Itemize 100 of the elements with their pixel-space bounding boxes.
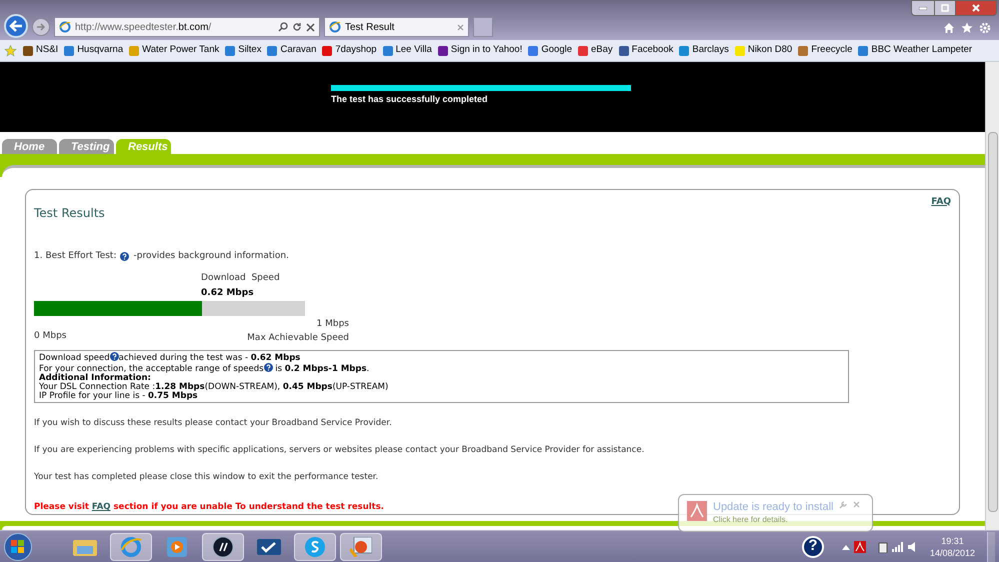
close-button[interactable] bbox=[955, 0, 997, 16]
site-icon bbox=[578, 46, 588, 56]
stop-icon[interactable] bbox=[306, 22, 315, 32]
site-icon bbox=[225, 46, 236, 56]
test-description: -provides background information. bbox=[133, 250, 289, 262]
paint-icon bbox=[350, 536, 372, 556]
help-icon[interactable] bbox=[264, 363, 273, 372]
bookmark-link[interactable]: NS&I bbox=[23, 43, 58, 58]
bookmark-link[interactable]: Barclays bbox=[679, 43, 729, 58]
acrobat-icon bbox=[687, 501, 707, 521]
chat-logo-icon bbox=[304, 536, 326, 558]
bookmark-link[interactable]: Freecycle bbox=[798, 43, 852, 58]
show-hidden-icons-icon[interactable] bbox=[842, 544, 850, 550]
site-icon bbox=[267, 46, 278, 56]
clock[interactable]: 19:31 14/08/2012 bbox=[930, 534, 975, 558]
bookmark-link[interactable]: 7dayshop bbox=[322, 43, 377, 58]
back-arrow-icon bbox=[9, 20, 23, 32]
bookmark-link[interactable]: Lee Villa bbox=[382, 43, 432, 58]
info-paragraph: If you wish to discuss these results please contact your Broadband Service Provider. bbox=[34, 417, 393, 430]
bookmark-link[interactable]: Water Power Tank bbox=[129, 43, 220, 58]
address-text: http://www.speedtester.bt.com/ bbox=[75, 20, 212, 34]
bookmark-link[interactable]: BBC Weather Lampeter bbox=[858, 43, 972, 58]
back-button[interactable] bbox=[4, 14, 28, 38]
speaker-icon[interactable] bbox=[908, 542, 918, 552]
page-icon bbox=[59, 21, 71, 33]
checkmark-icon bbox=[257, 538, 281, 554]
maximize-button[interactable] bbox=[935, 0, 955, 16]
card-title: Test Results bbox=[34, 204, 105, 222]
close-icon[interactable] bbox=[457, 24, 464, 30]
page-icon bbox=[329, 21, 341, 33]
paint-taskbar-button[interactable] bbox=[340, 532, 382, 560]
bookmark-link[interactable]: eBay bbox=[578, 43, 613, 58]
faq-link[interactable]: FAQ bbox=[931, 196, 951, 222]
forward-arrow-icon bbox=[36, 23, 46, 31]
info-paragraph: Your test has completed please close this window to exit the performance tester. bbox=[34, 470, 380, 484]
play-icon bbox=[167, 536, 187, 556]
info-line: Download speed achieved during the test was - 0.62 Mbps bbox=[39, 352, 300, 363]
faq-link[interactable]: FAQ bbox=[92, 502, 111, 512]
forward-button[interactable] bbox=[32, 18, 50, 36]
info-paragraph: If you are experiencing problems with specific applications, servers or websites please contact your Broadband Service Provider for assistance. bbox=[34, 444, 646, 456]
meter-label: Download Speed bbox=[201, 272, 281, 285]
folder-icon bbox=[73, 538, 97, 556]
bookmark-link[interactable]: Google bbox=[528, 43, 572, 58]
site-icon bbox=[679, 46, 690, 56]
start-button[interactable] bbox=[4, 532, 32, 560]
bookmark-link[interactable]: Sign in to Yahoo! bbox=[438, 43, 522, 58]
meter-max-caption: Max Achievable Speed bbox=[247, 332, 349, 344]
site-icon bbox=[734, 46, 745, 56]
scrollbar-thumb[interactable] bbox=[988, 132, 998, 512]
home-icon[interactable] bbox=[943, 22, 955, 34]
settings-icon[interactable] bbox=[979, 22, 991, 34]
notification-subtitle: Click here for details. bbox=[713, 514, 789, 526]
faq-notice: Please visit FAQ section if you are unable To understand the test results. bbox=[34, 501, 384, 514]
bookmark-link[interactable]: Siltex bbox=[225, 43, 262, 58]
site-icon bbox=[382, 46, 393, 56]
info-line: IP Profile for your line is - 0.75 Mbps bbox=[39, 392, 198, 401]
site-icon bbox=[438, 46, 448, 56]
meter-value: 0.62 Mbps bbox=[201, 286, 255, 300]
info-line: Additional Information: bbox=[39, 374, 151, 383]
bookmark-link[interactable]: Husqvarna bbox=[64, 43, 124, 58]
notification-title: Update is ready to install bbox=[713, 501, 834, 514]
signal-icon[interactable] bbox=[892, 542, 904, 552]
minimize-icon bbox=[919, 6, 927, 10]
bookmark-link[interactable]: Facebook bbox=[618, 43, 674, 58]
clock-date: 14/08/2012 bbox=[930, 546, 975, 558]
star-icon[interactable] bbox=[961, 22, 973, 34]
info-line: Your DSL Connection Rate :1.28 Mbps(DOWN-STREAM), 0.45 Mbps(UP-STREAM) bbox=[39, 383, 388, 392]
windows-logo-icon bbox=[11, 540, 25, 554]
help-icon[interactable] bbox=[110, 352, 119, 361]
close-icon bbox=[972, 4, 980, 12]
help-badge[interactable]: ? bbox=[802, 536, 824, 558]
clock-time: 19:31 bbox=[941, 534, 964, 546]
info-line: For your connection, the acceptable range of speeds is 0.2 Mbps-1 Mbps. bbox=[39, 363, 370, 374]
acrobat-update-icon[interactable] bbox=[854, 540, 866, 552]
browser-taskbar-button[interactable] bbox=[110, 532, 152, 560]
browser-tab[interactable]: Test Result bbox=[324, 17, 469, 37]
round-logo-icon bbox=[212, 536, 234, 558]
address-bar[interactable]: http://www.speedtester.bt.com/ bbox=[54, 17, 320, 37]
site-icon bbox=[322, 46, 332, 56]
favorites-star-icon[interactable] bbox=[4, 44, 17, 56]
power-icon[interactable] bbox=[878, 540, 888, 552]
site-icon bbox=[798, 46, 808, 56]
minimize-button[interactable] bbox=[911, 0, 935, 16]
bookmark-link[interactable]: Caravan bbox=[267, 43, 316, 58]
help-icon[interactable] bbox=[120, 252, 130, 261]
hp-taskbar-button[interactable] bbox=[202, 532, 244, 560]
restore-icon bbox=[941, 4, 949, 12]
site-icon bbox=[129, 46, 140, 56]
scrollbar[interactable] bbox=[985, 62, 999, 530]
site-icon bbox=[23, 46, 33, 56]
browser-logo-icon bbox=[120, 536, 142, 558]
site-icon bbox=[528, 46, 538, 56]
meter-max: 1 Mbps bbox=[316, 318, 349, 331]
meter-min: 0 Mbps bbox=[34, 330, 66, 342]
site-icon bbox=[858, 46, 868, 56]
refresh-icon[interactable] bbox=[292, 22, 302, 32]
search-icon[interactable] bbox=[278, 22, 288, 32]
site-icon bbox=[618, 46, 629, 56]
test-label: 1. Best Effort Test: bbox=[34, 250, 116, 262]
bookmark-link[interactable]: Nikon D80 bbox=[734, 43, 792, 58]
